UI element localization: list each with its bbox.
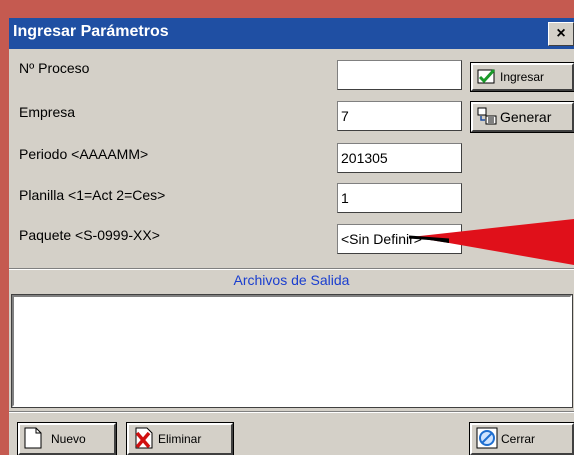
label-paquete: Paquete <S-0999-XX>: [19, 227, 160, 243]
separator: [9, 268, 574, 270]
eliminar-label: Eliminar: [158, 432, 202, 446]
cerrar-button[interactable]: Cerrar: [469, 422, 574, 455]
label-empresa: Empresa: [19, 104, 76, 120]
window-title: Ingresar Parámetros: [13, 23, 169, 40]
nuevo-label: Nuevo: [51, 432, 86, 446]
eliminar-button[interactable]: Eliminar: [126, 422, 234, 455]
dialog-window: Ingresar Parámetros × Nº Proceso Empresa…: [9, 18, 574, 455]
nuevo-button[interactable]: Nuevo: [17, 422, 117, 455]
label-proceso: Nº Proceso: [19, 60, 90, 76]
new-document-icon: [24, 427, 42, 452]
cerrar-label: Cerrar: [501, 432, 536, 446]
output-files-list[interactable]: [11, 294, 573, 408]
output-files-title: Archivos de Salida: [233, 272, 350, 288]
close-button[interactable]: ×: [548, 22, 574, 46]
empresa-field[interactable]: 7: [337, 101, 462, 131]
annotation-arrow-icon: [409, 219, 574, 265]
ingresar-label: Ingresar: [500, 70, 545, 84]
ingresar-button[interactable]: Ingresar: [470, 62, 574, 92]
title-bar[interactable]: Ingresar Parámetros ×: [9, 18, 574, 49]
delete-icon: [133, 427, 155, 452]
label-planilla: Planilla <1=Act 2=Ces>: [19, 187, 166, 203]
planilla-field[interactable]: 1: [337, 183, 462, 213]
proceso-field[interactable]: [337, 60, 462, 90]
generar-button[interactable]: Generar: [470, 101, 574, 133]
label-periodo: Periodo <AAAAMM>: [19, 146, 149, 162]
separator: [9, 411, 574, 413]
periodo-field[interactable]: 201305: [337, 143, 462, 173]
check-icon: [477, 67, 497, 88]
close-circle-icon: [476, 427, 498, 452]
generar-label: Generar: [500, 109, 552, 125]
generate-icon: [477, 107, 497, 128]
